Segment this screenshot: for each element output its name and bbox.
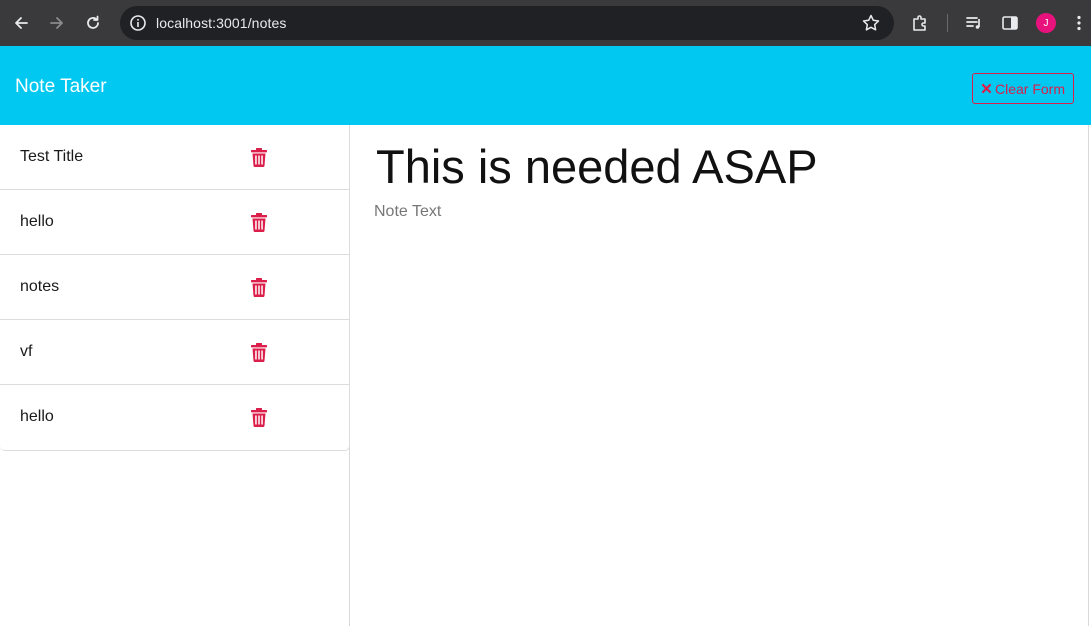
app-title: Note Taker [15,76,107,97]
trash-icon[interactable] [250,212,268,232]
list-item[interactable]: vf [0,320,349,385]
media-queue-icon[interactable] [962,11,986,35]
note-title: hello [20,408,54,425]
trash-icon[interactable] [250,407,268,427]
x-icon [981,81,992,97]
list-item[interactable]: notes [0,255,349,320]
note-editor: This is needed ASAP [350,125,1089,626]
menu-kebab-icon[interactable] [1072,11,1086,35]
trash-icon[interactable] [250,342,268,362]
list-item[interactable]: Test Title [0,125,349,190]
note-text-field[interactable] [374,203,1064,603]
reload-icon[interactable] [81,11,105,35]
note-title: notes [20,278,60,295]
app-header: Note Taker Clear Form [0,46,1091,125]
note-title: Test Title [20,148,84,165]
forward-arrow-icon[interactable] [45,11,69,35]
toolbar-divider [947,14,948,32]
address-bar[interactable]: localhost:3001/notes [120,6,894,40]
note-title: hello [20,213,54,230]
side-panel-icon[interactable] [998,11,1022,35]
clear-form-label: Clear Form [994,80,1065,97]
bookmark-star-icon[interactable] [861,13,881,38]
browser-toolbar: localhost:3001/notes J [0,0,1091,46]
clear-form-button[interactable]: Clear Form [972,73,1074,104]
note-title: vf [20,343,33,360]
url-text[interactable]: localhost:3001/notes [156,15,286,31]
back-arrow-icon[interactable] [9,11,33,35]
note-title-input[interactable]: This is needed ASAP [376,139,818,194]
list-item[interactable]: hello [0,385,349,450]
notes-sidebar: Test Title hello notes vf hello [0,125,350,626]
trash-icon[interactable] [250,277,268,297]
profile-avatar[interactable]: J [1036,13,1056,33]
note-list: Test Title hello notes vf hello [0,125,350,451]
extensions-icon[interactable] [908,11,932,35]
list-item[interactable]: hello [0,190,349,255]
site-info-icon[interactable] [129,14,147,37]
trash-icon[interactable] [250,147,268,167]
